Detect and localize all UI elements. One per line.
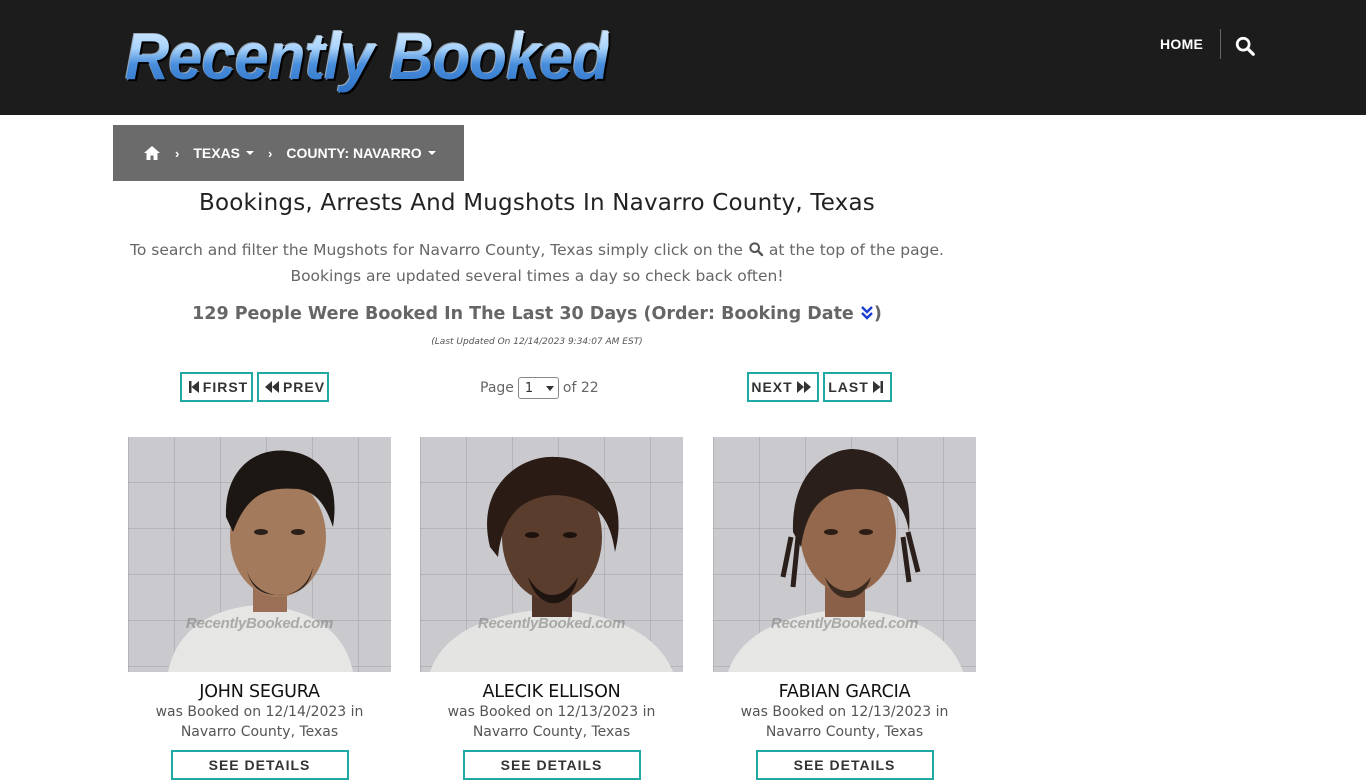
- intro-text: To search and filter the Mugshots for Na…: [113, 237, 961, 289]
- last-updated: (Last Updated On 12/14/2023 9:34:07 AM E…: [431, 337, 643, 347]
- booking-date: was Booked on 12/13/2023 in: [447, 704, 656, 720]
- chevron-right-icon: ›: [175, 145, 180, 161]
- chevron-down-icon: [545, 385, 554, 391]
- first-page-button[interactable]: FIRST: [180, 372, 253, 402]
- search-icon[interactable]: [1234, 35, 1256, 57]
- chevron-right-icon: ›: [268, 145, 273, 161]
- inmate-name[interactable]: JOHN SEGURA: [128, 682, 391, 702]
- mugshot-figure: [168, 450, 353, 672]
- last-page-label: LAST: [828, 379, 869, 395]
- mugshot-card: RecentlyBooked.com JOHN SEGURA was Booke…: [128, 437, 391, 780]
- booking-location: Navarro County, Texas: [180, 724, 339, 740]
- next-page-button[interactable]: NEXT: [747, 372, 819, 402]
- breadcrumb-state-dropdown[interactable]: TEXAS: [193, 145, 255, 161]
- last-page-button[interactable]: LAST: [823, 372, 892, 402]
- mugshot-figure: [728, 449, 963, 672]
- caret-down-icon: [246, 151, 255, 155]
- intro-line1-end: at the top of the page.: [768, 241, 944, 259]
- forward-icon: [796, 381, 811, 393]
- next-page-label: NEXT: [751, 379, 793, 395]
- booking-count-heading: 129 People Were Booked In The Last 30 Da…: [113, 304, 961, 324]
- breadcrumb: › TEXAS › COUNTY: NAVARRO: [113, 125, 464, 181]
- see-details-button[interactable]: SEE DETAILS: [755, 750, 934, 780]
- prev-page-label: PREV: [282, 379, 326, 395]
- breadcrumb-county-label: COUNTY: NAVARRO: [286, 145, 422, 161]
- intro-line1-start: To search and filter the Mugshots for Na…: [130, 241, 743, 259]
- breadcrumb-county-dropdown[interactable]: COUNTY: NAVARRO: [286, 145, 436, 161]
- mugshot-photo[interactable]: RecentlyBooked.com: [713, 437, 976, 672]
- booking-location: Navarro County, Texas: [472, 724, 631, 740]
- booking-count-text: 129 People Were Booked In The Last 30 Da…: [192, 304, 854, 324]
- booking-date: was Booked on 12/14/2023 in: [155, 704, 364, 720]
- caret-down-icon: [427, 151, 436, 155]
- page-select[interactable]: 1: [517, 377, 559, 399]
- first-page-label: FIRST: [202, 379, 249, 395]
- booking-count-close: ): [873, 304, 882, 324]
- booking-date: was Booked on 12/13/2023 in: [740, 704, 949, 720]
- backward-icon: [264, 381, 279, 393]
- photo-watermark: RecentlyBooked.com: [770, 615, 919, 632]
- mugshot-photo[interactable]: RecentlyBooked.com: [128, 437, 391, 672]
- see-details-button[interactable]: SEE DETAILS: [170, 750, 349, 780]
- photo-watermark: RecentlyBooked.com: [477, 615, 626, 632]
- booking-location: Navarro County, Texas: [765, 724, 924, 740]
- page-select-value: 1: [524, 380, 534, 396]
- nav-home-link[interactable]: HOME: [1160, 36, 1203, 52]
- photo-watermark: RecentlyBooked.com: [185, 615, 334, 632]
- inmate-name[interactable]: ALECIK ELLISON: [420, 682, 683, 702]
- search-icon[interactable]: [748, 241, 764, 257]
- sort-order-icon[interactable]: [860, 306, 874, 320]
- step-backward-icon: [188, 381, 199, 393]
- page-title: Bookings, Arrests And Mugshots In Navarr…: [199, 190, 875, 216]
- see-details-button[interactable]: SEE DETAILS: [462, 750, 641, 780]
- page-label: Page: [480, 380, 514, 396]
- mugshot-photo[interactable]: RecentlyBooked.com: [420, 437, 683, 672]
- mugshot-figure: [430, 456, 673, 672]
- mugshot-card: RecentlyBooked.com FABIAN GARCIA was Boo…: [713, 437, 976, 780]
- site-logo[interactable]: Recently Booked: [125, 16, 610, 96]
- site-header: Recently Booked HOME: [0, 0, 1366, 115]
- home-icon[interactable]: [143, 145, 161, 161]
- nav-divider: [1220, 29, 1221, 59]
- inmate-name[interactable]: FABIAN GARCIA: [713, 682, 976, 702]
- step-forward-icon: [872, 381, 883, 393]
- breadcrumb-state-label: TEXAS: [193, 145, 241, 161]
- mugshot-card: RecentlyBooked.com ALECIK ELLISON was Bo…: [420, 437, 683, 780]
- intro-line2: Bookings are updated several times a day…: [290, 267, 784, 285]
- page-total: of 22: [562, 380, 599, 396]
- page-indicator: Page 1 of 22: [480, 377, 599, 399]
- prev-page-button[interactable]: PREV: [257, 372, 329, 402]
